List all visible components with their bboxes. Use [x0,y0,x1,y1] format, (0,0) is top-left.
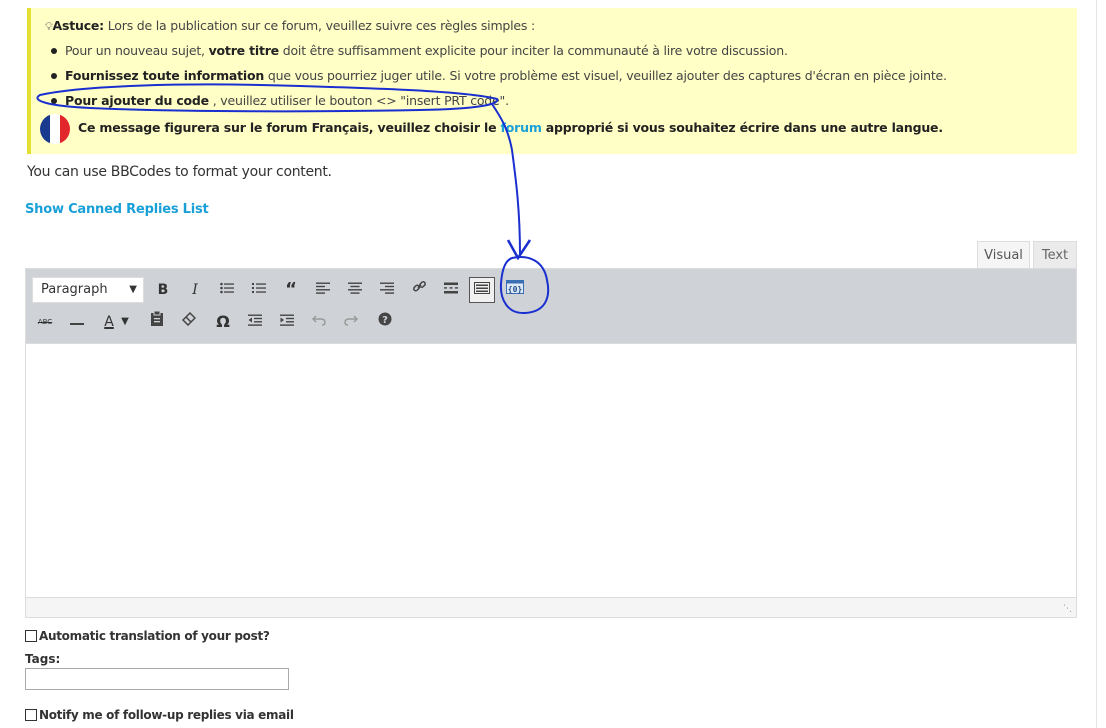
tip-language-note: Ce message figurera sur le forum Françai… [78,120,943,135]
tip-item-code: Pour ajouter du code , veuillez utiliser… [45,93,509,108]
outdent-icon[interactable] [242,309,268,335]
help-icon[interactable]: ? [372,309,398,335]
italic-button[interactable]: I [182,277,208,303]
svg-text:{0}: {0} [508,285,523,294]
align-right-icon[interactable] [374,277,400,303]
lightbulb-icon: 💡︎ [45,20,53,33]
resize-handle-icon[interactable]: ⋱ [1063,603,1072,614]
show-canned-replies-link[interactable]: Show Canned Replies List [25,202,209,217]
bbcode-note: You can use BBCodes to format your conte… [27,164,332,180]
tip-item-info: Fournissez toute information que vous po… [45,68,947,83]
editor-content-area[interactable] [25,344,1077,597]
french-flag-icon [40,114,70,144]
strikethrough-button[interactable]: ABC [32,309,58,335]
blockquote-icon[interactable]: “ [278,277,304,303]
align-center-icon[interactable] [342,277,368,303]
indent-icon[interactable] [274,309,300,335]
tags-label: Tags: [25,652,61,666]
format-select-value: Paragraph [41,282,108,297]
tab-visual[interactable]: Visual [977,241,1030,268]
notify-label: Notify me of follow-up replies via email [39,708,294,722]
bullet-icon [51,48,57,54]
bullet-list-icon[interactable] [214,277,240,303]
tip-intro: 💡︎Astuce: Lors de la publication sur ce … [45,18,535,34]
tip-item-text: doit être suffisamment explicite pour in… [278,43,788,58]
language-note-text: approprié si vous souhaitez écrire dans … [541,120,943,135]
align-left-icon[interactable] [310,277,336,303]
editor-toolbar: Paragraph ▼ B I “ {0} ABC A ▼ Ω ? [25,268,1077,344]
read-more-icon[interactable] [438,277,464,303]
tip-intro-text: Lors de la publication sur ce forum, veu… [103,18,536,33]
tags-input[interactable] [25,668,289,690]
tip-item-bold: Pour ajouter du code [65,93,209,108]
format-select[interactable]: Paragraph ▼ [32,277,144,303]
auto-translate-option: Automatic translation of your post? [25,629,270,643]
toolbar-toggle-icon[interactable] [469,277,495,303]
special-character-button[interactable]: Ω [210,309,236,335]
tip-item-bold: Fournissez toute information [65,68,265,83]
bullet-icon [51,73,57,79]
bullet-icon [51,98,57,104]
link-icon[interactable] [406,277,432,303]
undo-icon[interactable] [306,309,332,335]
chevron-down-icon: ▼ [129,284,137,295]
tip-item-text: que vous pourriez juger utile. Si votre … [264,68,947,83]
tip-label: Astuce: [52,18,105,33]
auto-translate-checkbox[interactable] [25,630,37,642]
numbered-list-icon[interactable] [246,277,272,303]
tab-text[interactable]: Text [1033,241,1077,268]
language-note-text: Ce message figurera sur le forum Françai… [78,120,501,135]
frame-border [1096,0,1097,728]
auto-translate-label: Automatic translation of your post? [39,629,270,643]
forum-link[interactable]: forum [501,120,542,135]
redo-icon[interactable] [338,309,364,335]
editor-status-bar: ⋱ [25,597,1077,618]
reply-form: 💡︎Astuce: Lors de la publication sur ce … [0,0,1106,728]
tip-item-text: Pour un nouveau sujet, [65,43,209,58]
forum-tip-box: 💡︎Astuce: Lors de la publication sur ce … [27,8,1077,154]
insert-prt-code-icon[interactable]: {0} [502,277,528,303]
tip-item-title: Pour un nouveau sujet, votre titre doit … [45,43,788,58]
bold-button[interactable]: B [150,277,176,303]
notify-option: Notify me of follow-up replies via email [25,708,294,722]
svg-text:?: ? [382,315,388,326]
tip-item-text: , veuillez utiliser le bouton <> "insert… [208,93,509,108]
clear-formatting-icon[interactable] [176,309,202,335]
tip-item-bold: votre titre [208,43,280,58]
chevron-down-icon[interactable]: ▼ [118,309,132,335]
notify-checkbox[interactable] [25,709,37,721]
paste-text-icon[interactable] [144,309,170,335]
horizontal-line-icon[interactable] [64,309,90,335]
